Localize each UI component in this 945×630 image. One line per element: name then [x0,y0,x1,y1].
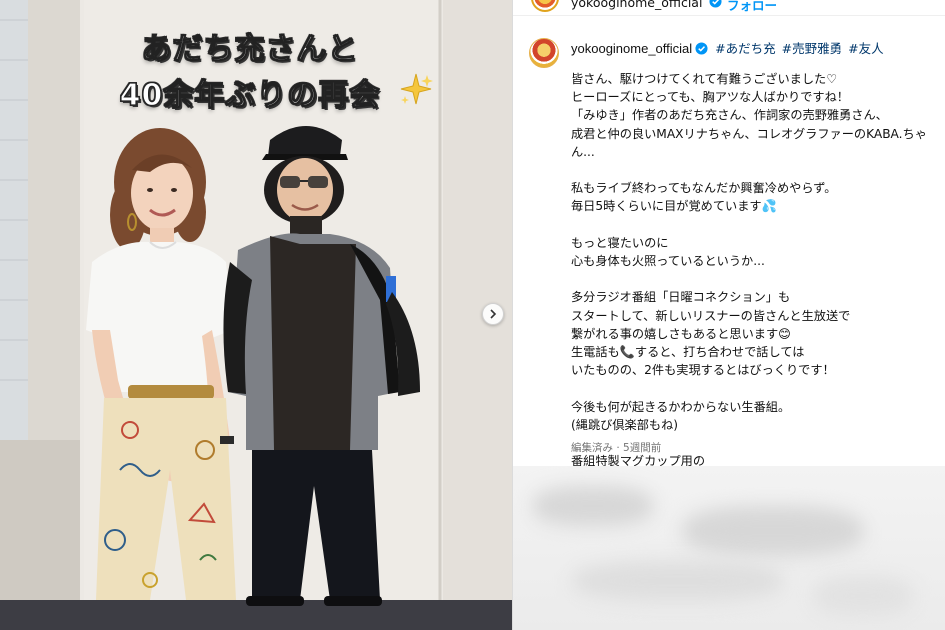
sparkles-icon [400,73,433,105]
hashtag-link[interactable]: #売野雅勇 [782,41,842,56]
caption-avatar[interactable] [529,38,559,68]
caption-username[interactable]: yokooginome_official [571,41,692,56]
follow-button[interactable]: フォロー [727,0,777,14]
post-photo[interactable]: あだち充さんと 40余年ぶりの再会 [0,0,512,630]
hashtag-link[interactable]: #あだち充 [715,41,775,56]
caption-header: yokooginome_official #あだち充 #売野雅勇 #友人 [571,40,936,57]
hashtag-link[interactable]: #友人 [848,41,883,56]
photo-caption-line1: あだち充さんと [141,31,359,67]
post-panel: yokooginome_official フォロー yokooginome_of… [512,0,945,630]
chevron-right-icon [490,309,497,319]
photo-caption-line2: 40余年ぶりの再会 [119,77,381,113]
caption-meta: 編集済み · 5週間前 [571,442,662,454]
next-photo-button[interactable] [482,303,504,325]
comments-area-blurred [513,466,945,630]
header-avatar[interactable] [531,0,559,12]
header-username[interactable]: yokooginome_official [571,0,702,10]
caption-text: 皆さん、駆けつけてくれて有難うございました♡ ヒーローズにとっても、胸アツな人ば… [571,72,927,486]
verified-badge-icon [695,42,708,55]
post-header: yokooginome_official フォロー [513,0,945,16]
verified-badge-icon [709,0,722,8]
